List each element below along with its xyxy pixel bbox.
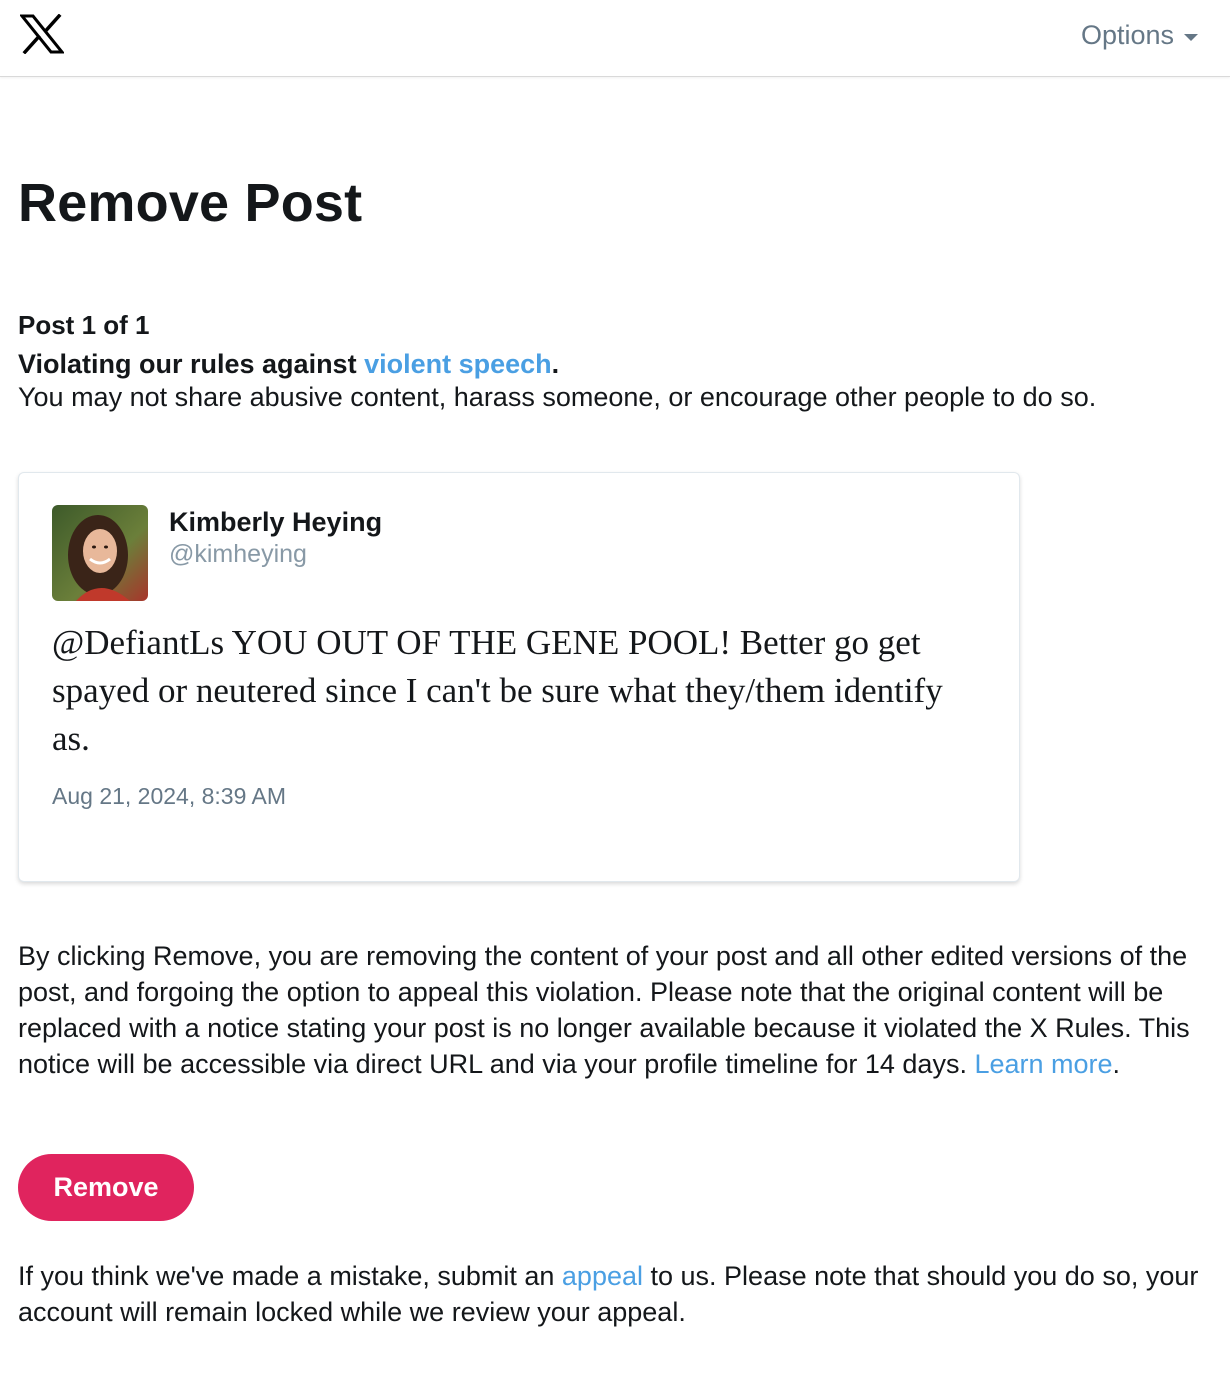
learn-more-link[interactable]: Learn more (974, 1049, 1112, 1079)
remove-button[interactable]: Remove (18, 1154, 194, 1221)
violation-suffix: . (551, 349, 560, 379)
post-card: Kimberly Heying @kimheying @DefiantLs YO… (18, 472, 1020, 882)
post-count: Post 1 of 1 (18, 310, 150, 340)
page-title: Remove Post (18, 173, 363, 233)
appeal-note: If you think we've made a mistake, submi… (18, 1258, 1208, 1330)
appeal-prefix: If you think we've made a mistake, submi… (18, 1261, 562, 1291)
post-timestamp: Aug 21, 2024, 8:39 AM (52, 783, 287, 809)
violent-speech-link[interactable]: violent speech (364, 349, 552, 379)
options-dropdown[interactable]: Options (1081, 20, 1198, 51)
violation-description: You may not share abusive content, haras… (18, 382, 1097, 412)
violation-heading: Violating our rules against violent spee… (18, 349, 559, 380)
learn-more-suffix: . (1112, 1049, 1121, 1079)
post-text: @DefiantLs YOU OUT OF THE GENE POOL! Bet… (52, 623, 943, 758)
violation-prefix: Violating our rules against (18, 349, 365, 379)
author-handle: @kimheying (169, 540, 307, 568)
remove-explanation: By clicking Remove, you are removing the… (18, 938, 1208, 1082)
options-label: Options (1080, 20, 1174, 50)
avatar (52, 505, 148, 601)
appeal-link[interactable]: appeal (562, 1261, 643, 1291)
author-name: Kimberly Heying (169, 507, 383, 537)
x-logo-icon[interactable] (20, 14, 64, 54)
top-bar: Options (0, 0, 1230, 77)
caret-down-icon (1184, 34, 1198, 41)
avatar-photo-icon (52, 505, 148, 601)
